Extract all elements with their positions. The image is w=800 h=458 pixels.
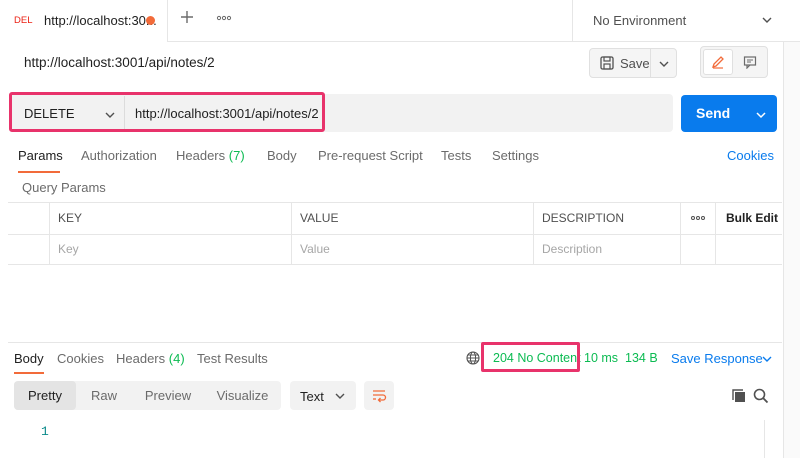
active-tab-indicator [14,372,44,374]
value-input[interactable]: Value [300,242,330,256]
tab-body[interactable]: Body [267,148,297,163]
headers-count: (7) [228,148,245,163]
format-label: Text [300,389,324,404]
response-time[interactable]: 10 ms [584,351,618,365]
cookies-link[interactable]: Cookies [727,148,774,163]
edit-button[interactable] [703,49,733,75]
globe-icon[interactable] [466,351,480,365]
tab-headers-label: Headers [176,148,226,163]
environment-select[interactable]: No Environment [572,0,800,42]
environment-label: No Environment [593,13,687,28]
response-tab-cookies[interactable]: Cookies [57,351,104,366]
copy-icon[interactable] [731,388,747,404]
active-tab-indicator [18,171,60,173]
save-response-button[interactable]: Save Response [671,351,763,366]
column-header-value: VALUE [300,211,339,225]
save-label: Save [620,56,650,71]
response-tab-headers[interactable]: Headers (4) [116,351,185,366]
tab-params[interactable]: Params [18,148,63,163]
request-title[interactable]: http://localhost:3001/api/notes/2 [24,55,215,70]
response-divider [8,342,782,343]
view-mode-group [700,46,768,78]
column-header-description: DESCRIPTION [542,211,625,225]
line-number: 1 [41,424,49,439]
save-icon [599,55,615,71]
format-select[interactable]: Text [290,381,356,410]
chevron-down-icon[interactable] [658,58,670,70]
tab-headers[interactable]: Headers (7) [176,148,245,163]
response-tab-headers-label: Headers [116,351,166,366]
chevron-down-icon[interactable] [755,109,767,121]
view-raw[interactable]: Raw [76,381,132,410]
view-pretty[interactable]: Pretty [14,381,76,410]
tab-pre-request-script[interactable]: Pre-request Script [318,148,423,163]
query-params-title: Query Params [22,180,106,195]
chevron-down-icon [334,390,346,402]
response-tab-test-results[interactable]: Test Results [197,351,268,366]
view-visualize[interactable]: Visualize [204,381,281,410]
highlight-box [9,92,325,132]
view-mode-selector: Pretty Raw Preview Visualize [14,381,281,410]
save-divider [650,49,651,77]
response-tab-body[interactable]: Body [14,351,44,366]
tab-method: DEL [14,15,33,26]
query-params-table: KEY VALUE DESCRIPTION Bulk Edit Key Valu… [8,202,782,265]
view-preview[interactable]: Preview [132,381,204,410]
request-tab[interactable]: DEL http://localhost:30... [0,0,168,42]
response-size[interactable]: 134 B [625,351,658,365]
send-label: Send [696,105,731,121]
more-icon[interactable] [216,11,232,25]
bulk-edit-link[interactable]: Bulk Edit [726,211,778,225]
editor-divider [764,420,765,458]
comment-icon[interactable] [743,55,757,69]
wrap-icon [371,388,387,404]
chevron-down-icon [761,14,773,26]
search-icon[interactable] [753,388,769,404]
tab-settings[interactable]: Settings [492,148,539,163]
column-header-key: KEY [58,211,83,225]
send-button[interactable]: Send [681,95,777,132]
key-input[interactable]: Key [58,242,79,256]
tab-tests[interactable]: Tests [441,148,471,163]
more-icon[interactable] [690,214,706,222]
highlight-box [481,342,580,372]
unsaved-dot-icon [146,16,155,25]
pencil-icon [711,55,725,69]
chevron-down-icon[interactable] [761,353,773,365]
tab-title: http://localhost:30... [44,13,157,28]
description-input[interactable]: Description [542,242,602,256]
tab-authorization[interactable]: Authorization [81,148,157,163]
tab-bar: DEL http://localhost:30... No Environmen… [0,0,800,42]
row-divider [8,234,782,235]
response-headers-count: (4) [168,351,185,366]
save-button[interactable]: Save [589,48,677,78]
plus-icon[interactable] [180,10,194,24]
right-sidebar [783,42,800,458]
wrap-lines-button[interactable] [364,381,394,410]
